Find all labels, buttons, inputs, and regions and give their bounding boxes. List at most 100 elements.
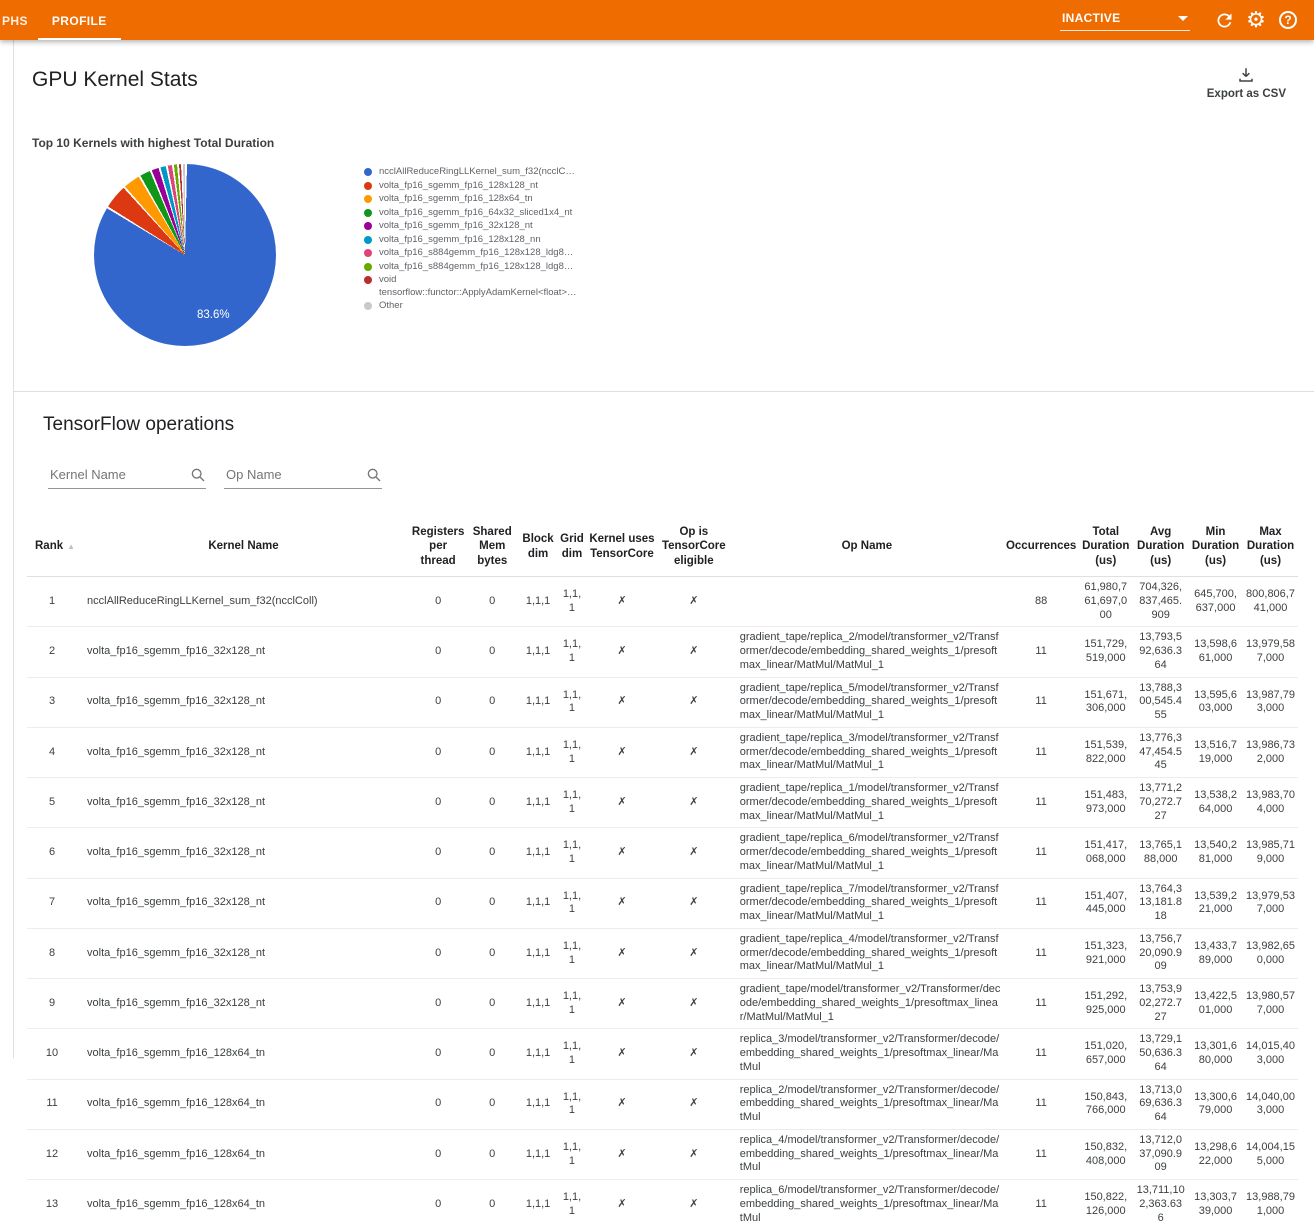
cell-kernel_tc: ✗ — [586, 928, 658, 978]
tab-graphs-partial[interactable]: PHS — [0, 0, 38, 40]
cell-registers: 0 — [410, 828, 466, 878]
sort-ascending-icon: ▲ — [67, 542, 75, 551]
content-area: GPU Kernel Stats Export as CSV Top 10 Ke… — [13, 40, 1314, 1058]
pie-chart-wrap: 83.6% — [94, 164, 276, 346]
legend-item[interactable]: volta_fp16_sgemm_fp16_64x32_sliced1x4_nt — [364, 207, 564, 220]
table-row[interactable]: 13volta_fp16_sgemm_fp16_128x64_tn001,1,1… — [27, 1180, 1298, 1229]
legend-label: volta_fp16_sgemm_fp16_128x128_nn — [379, 234, 541, 247]
cell-occurrences: 11 — [1004, 1079, 1078, 1129]
tensorflow-operations-section: TensorFlow operations — [14, 392, 1314, 1229]
column-header-registers[interactable]: Registers per thread — [410, 517, 466, 577]
tab-profile[interactable]: PROFILE — [38, 0, 121, 40]
cell-avg: 13,756,720,090.909 — [1133, 928, 1188, 978]
cell-op: replica_6/model/transformer_v2/Transform… — [730, 1180, 1004, 1229]
legend-item[interactable]: Other — [364, 300, 564, 313]
table-row[interactable]: 2volta_fp16_sgemm_fp16_32x128_nt001,1,11… — [27, 627, 1298, 677]
cell-grid: 1,1,1 — [558, 1180, 586, 1229]
op-name-filter — [224, 466, 382, 489]
table-row[interactable]: 11volta_fp16_sgemm_fp16_128x64_tn001,1,1… — [27, 1079, 1298, 1129]
settings-button[interactable]: ⚙ — [1240, 9, 1272, 31]
legend-item[interactable]: volta_fp16_s884gemm_fp16_128x128_ldg8… — [364, 247, 564, 260]
cell-block: 1,1,1 — [518, 828, 558, 878]
table-row[interactable]: 5volta_fp16_sgemm_fp16_32x128_nt001,1,11… — [27, 778, 1298, 828]
op-name-input[interactable] — [224, 466, 354, 483]
pie-legend: ncclAllReduceRingLLKernel_sum_f32(ncclC…… — [364, 166, 564, 346]
column-header-kernel_tc[interactable]: Kernel uses TensorCore — [586, 517, 658, 577]
cell-total: 151,292,925,000 — [1078, 979, 1133, 1029]
help-button[interactable]: ? — [1272, 11, 1304, 29]
app-toolbar: PHS PROFILE INACTIVE ⚙ ? — [0, 0, 1314, 40]
cell-min: 13,300,679,000 — [1188, 1079, 1243, 1129]
download-icon — [1237, 66, 1255, 84]
cell-registers: 0 — [410, 1129, 466, 1179]
legend-item[interactable]: volta_fp16_sgemm_fp16_128x64_tn — [364, 193, 564, 206]
table-header: Rank ▲Kernel NameRegisters per threadShar… — [27, 517, 1298, 577]
column-header-op[interactable]: Op Name — [730, 517, 1004, 577]
legend-swatch-icon — [364, 168, 372, 176]
cell-block: 1,1,1 — [518, 1180, 558, 1229]
column-header-max[interactable]: Max Duration (us) — [1243, 517, 1298, 577]
cell-min: 13,539,221,000 — [1188, 878, 1243, 928]
legend-item[interactable]: volta_fp16_sgemm_fp16_128x128_nn — [364, 234, 564, 247]
cell-op: replica_3/model/transformer_v2/Transform… — [730, 1029, 1004, 1079]
legend-label: volta_fp16_s884gemm_fp16_128x128_ldg8… — [379, 247, 573, 260]
cell-min: 13,516,719,000 — [1188, 727, 1243, 777]
table-row[interactable]: 6volta_fp16_sgemm_fp16_32x128_nt001,1,11… — [27, 828, 1298, 878]
search-icon — [366, 467, 382, 483]
cell-kernel: volta_fp16_sgemm_fp16_32x128_nt — [77, 727, 410, 777]
column-header-shared[interactable]: Shared Mem bytes — [466, 517, 518, 577]
table-row[interactable]: 3volta_fp16_sgemm_fp16_32x128_nt001,1,11… — [27, 677, 1298, 727]
cell-kernel: volta_fp16_sgemm_fp16_32x128_nt — [77, 677, 410, 727]
table-row[interactable]: 10volta_fp16_sgemm_fp16_128x64_tn001,1,1… — [27, 1029, 1298, 1079]
column-header-block[interactable]: Block dim — [518, 517, 558, 577]
table-row[interactable]: 12volta_fp16_sgemm_fp16_128x64_tn001,1,1… — [27, 1129, 1298, 1179]
cell-kernel: volta_fp16_sgemm_fp16_128x64_tn — [77, 1079, 410, 1129]
cell-rank: 5 — [27, 778, 77, 828]
legend-label: volta_fp16_sgemm_fp16_32x128_nt — [379, 220, 533, 233]
table-row[interactable]: 8volta_fp16_sgemm_fp16_32x128_nt001,1,11… — [27, 928, 1298, 978]
refresh-icon — [1214, 10, 1235, 31]
table-row[interactable]: 1ncclAllReduceRingLLKernel_sum_f32(ncclC… — [27, 577, 1298, 627]
refresh-button[interactable] — [1208, 10, 1240, 31]
cell-kernel: volta_fp16_sgemm_fp16_128x64_tn — [77, 1029, 410, 1079]
column-header-rank[interactable]: Rank ▲ — [27, 517, 77, 577]
cell-registers: 0 — [410, 928, 466, 978]
run-status-value: INACTIVE — [1062, 11, 1120, 25]
table-row[interactable]: 7volta_fp16_sgemm_fp16_32x128_nt001,1,11… — [27, 878, 1298, 928]
cell-kernel_tc: ✗ — [586, 627, 658, 677]
export-csv-label: Export as CSV — [1207, 88, 1286, 100]
cell-max: 13,985,719,000 — [1243, 828, 1298, 878]
legend-item[interactable]: ncclAllReduceRingLLKernel_sum_f32(ncclC… — [364, 166, 564, 179]
column-header-grid[interactable]: Grid dim — [558, 517, 586, 577]
cell-occurrences: 11 — [1004, 727, 1078, 777]
column-header-avg[interactable]: Avg Duration (us) — [1133, 517, 1188, 577]
table-row[interactable]: 4volta_fp16_sgemm_fp16_32x128_nt001,1,11… — [27, 727, 1298, 777]
column-header-min[interactable]: Min Duration (us) — [1188, 517, 1243, 577]
cell-grid: 1,1,1 — [558, 778, 586, 828]
export-csv-button[interactable]: Export as CSV — [1207, 66, 1286, 100]
legend-item[interactable]: volta_fp16_sgemm_fp16_128x128_nt — [364, 180, 564, 193]
pie-chart[interactable] — [94, 164, 276, 346]
kernel-name-input[interactable] — [48, 466, 178, 483]
legend-item[interactable]: volta_fp16_s884gemm_fp16_128x128_ldg8… — [364, 261, 564, 274]
cell-kernel_tc: ✗ — [586, 778, 658, 828]
run-status-dropdown[interactable]: INACTIVE — [1060, 9, 1190, 31]
cell-op: gradient_tape/replica_3/model/transforme… — [730, 727, 1004, 777]
column-header-kernel[interactable]: Kernel Name — [77, 517, 410, 577]
cell-op: replica_2/model/transformer_v2/Transform… — [730, 1079, 1004, 1129]
cell-op — [730, 577, 1004, 627]
column-header-occurrences[interactable]: Occurrences — [1004, 517, 1078, 577]
column-header-label: Rank — [35, 540, 63, 552]
column-header-total[interactable]: Total Duration (us) — [1078, 517, 1133, 577]
cell-occurrences: 11 — [1004, 1129, 1078, 1179]
cell-grid: 1,1,1 — [558, 727, 586, 777]
cell-avg: 13,712,037,090.909 — [1133, 1129, 1188, 1179]
cell-kernel_tc: ✗ — [586, 1079, 658, 1129]
cell-min: 13,433,789,000 — [1188, 928, 1243, 978]
legend-item[interactable]: volta_fp16_sgemm_fp16_32x128_nt — [364, 220, 564, 233]
legend-item[interactable]: void tensorflow::functor::ApplyAdamKerne… — [364, 274, 564, 299]
table-row[interactable]: 9volta_fp16_sgemm_fp16_32x128_nt001,1,11… — [27, 979, 1298, 1029]
column-header-op_tc[interactable]: Op is TensorCore eligible — [658, 517, 730, 577]
cell-total: 61,980,761,697,000 — [1078, 577, 1133, 627]
legend-swatch-icon — [364, 209, 372, 217]
